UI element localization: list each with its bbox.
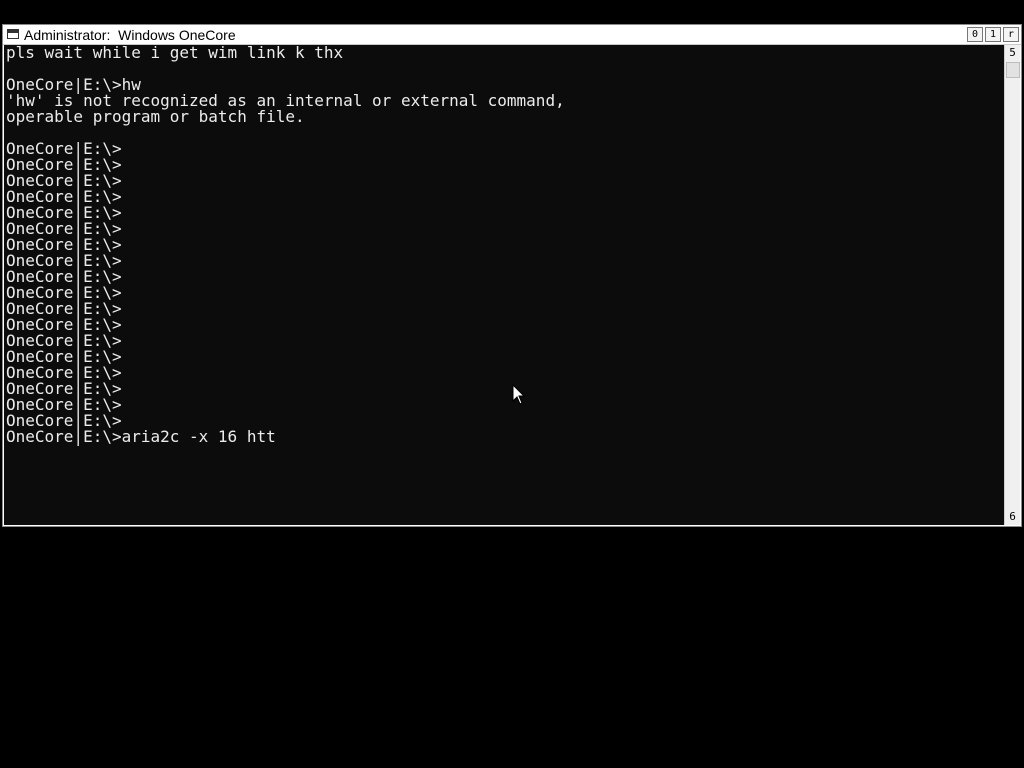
console-line: OneCore|E:\> (6, 171, 122, 190)
console-line: OneCore|E:\> (6, 283, 122, 302)
console-line: OneCore|E:\> (6, 299, 122, 318)
console-line: OneCore|E:\> (6, 267, 122, 286)
console-line: OneCore|E:\> (6, 203, 122, 222)
close-button[interactable]: r (1003, 27, 1019, 42)
console-line: OneCore|E:\> (6, 363, 122, 382)
console-line: OneCore|E:\> (6, 347, 122, 366)
console-line: OneCore|E:\> (6, 155, 122, 174)
console-line: OneCore|E:\> (6, 331, 122, 350)
console-line: OneCore|E:\> (6, 187, 122, 206)
maximize-button[interactable]: 1 (985, 27, 1001, 42)
console-line: operable program or batch file. (6, 107, 305, 126)
console-line: OneCore|E:\> (6, 235, 122, 254)
window-controls: 0 1 r (967, 27, 1019, 42)
title-bar[interactable]: Administrator: Windows OneCore 0 1 r (3, 25, 1021, 45)
console-output[interactable]: pls wait while i get wim link k thx OneCo… (4, 45, 1004, 525)
vertical-scrollbar[interactable]: 5 6 (1004, 45, 1020, 525)
scroll-thumb[interactable] (1006, 62, 1020, 78)
console-line: OneCore|E:\> (6, 315, 122, 334)
console-line: OneCore|E:\>aria2c -x 16 htt (6, 427, 276, 446)
console-line: OneCore|E:\> (6, 395, 122, 414)
window-title: Administrator: Windows OneCore (24, 27, 236, 43)
minimize-button[interactable]: 0 (967, 27, 983, 42)
scroll-up-button[interactable]: 5 (1005, 45, 1020, 61)
mouse-pointer-icon (512, 384, 526, 405)
console-window: Administrator: Windows OneCore 0 1 r pls… (2, 24, 1022, 527)
console-line: OneCore|E:\> (6, 379, 122, 398)
console-line: pls wait while i get wim link k thx (6, 45, 344, 62)
console-line: OneCore|E:\> (6, 251, 122, 270)
console-text: pls wait while i get wim link k thx OneCo… (4, 45, 1004, 445)
console-line: OneCore|E:\> (6, 139, 122, 158)
scroll-down-button[interactable]: 6 (1005, 509, 1020, 525)
console-window-icon[interactable] (7, 29, 19, 39)
console-line: OneCore|E:\> (6, 219, 122, 238)
